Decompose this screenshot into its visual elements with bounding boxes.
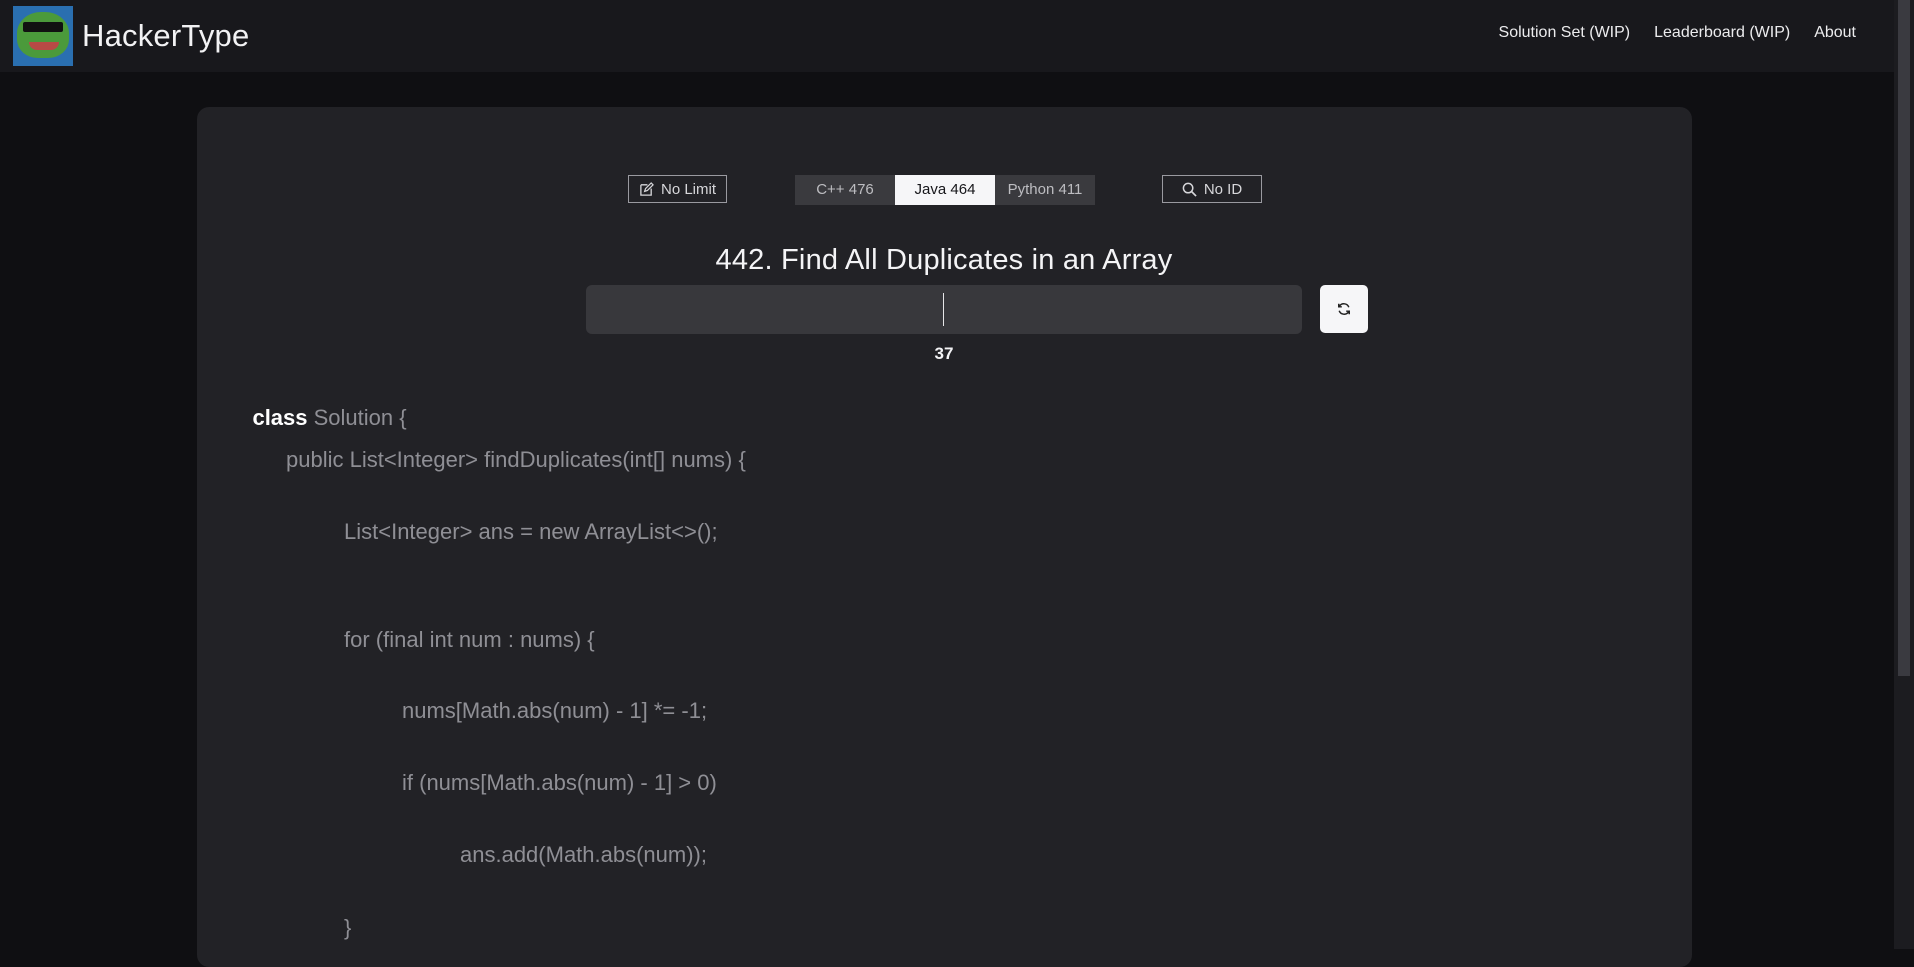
nav-links: Solution Set (WIP) Leaderboard (WIP) Abo… bbox=[1499, 24, 1856, 42]
nav-link-leaderboard[interactable]: Leaderboard (WIP) bbox=[1654, 24, 1790, 42]
top-navbar: HackerType Solution Set (WIP) Leaderboar… bbox=[0, 0, 1894, 72]
no-id-label: No ID bbox=[1203, 180, 1243, 198]
tab-python[interactable]: Python 411 bbox=[995, 175, 1095, 205]
nav-link-about[interactable]: About bbox=[1814, 24, 1856, 42]
progress-counter: 37 bbox=[934, 344, 954, 363]
no-limit-label: No Limit bbox=[660, 180, 716, 198]
code-keyword: class bbox=[252, 405, 308, 430]
control-bar: No Limit C++ 476 Java 464 Python 411 No … bbox=[0, 175, 1894, 205]
scrollbar-thumb[interactable] bbox=[1898, 0, 1910, 676]
nav-link-solution-set[interactable]: Solution Set (WIP) bbox=[1499, 24, 1631, 42]
code-text: Solution { bbox=[307, 405, 407, 430]
code-line: List<Integer> ans = new ArrayList<>(); bbox=[344, 519, 718, 544]
page-scrollbar[interactable] bbox=[1894, 0, 1914, 949]
search-icon bbox=[1182, 182, 1197, 197]
tab-java[interactable]: Java 464 bbox=[895, 175, 995, 205]
code-line: public List<Integer> findDuplicates(int[… bbox=[286, 447, 746, 472]
language-selector: C++ 476 Java 464 Python 411 bbox=[795, 175, 1095, 205]
no-id-button[interactable]: No ID bbox=[1162, 175, 1262, 203]
text-caret bbox=[943, 293, 944, 326]
tab-cpp[interactable]: C++ 476 bbox=[795, 175, 895, 205]
code-line: for (final int num : nums) { bbox=[344, 627, 595, 652]
frog-sunglasses-logo bbox=[13, 6, 73, 66]
problem-title: 442. Find All Duplicates in an Array bbox=[715, 244, 1173, 276]
no-limit-button[interactable]: No Limit bbox=[628, 175, 727, 203]
code-line: if (nums[Math.abs(num) - 1] > 0) bbox=[402, 770, 717, 795]
edit-icon bbox=[640, 181, 654, 196]
typing-input[interactable] bbox=[586, 285, 1302, 334]
code-line: } bbox=[344, 915, 352, 940]
refresh-icon bbox=[1338, 303, 1350, 315]
code-line: ans.add(Math.abs(num)); bbox=[460, 842, 707, 867]
reset-button[interactable] bbox=[1320, 285, 1368, 333]
brand[interactable]: HackerType bbox=[13, 6, 249, 66]
brand-title: HackerType bbox=[82, 18, 250, 53]
code-line: nums[Math.abs(num) - 1] *= -1; bbox=[402, 698, 708, 723]
